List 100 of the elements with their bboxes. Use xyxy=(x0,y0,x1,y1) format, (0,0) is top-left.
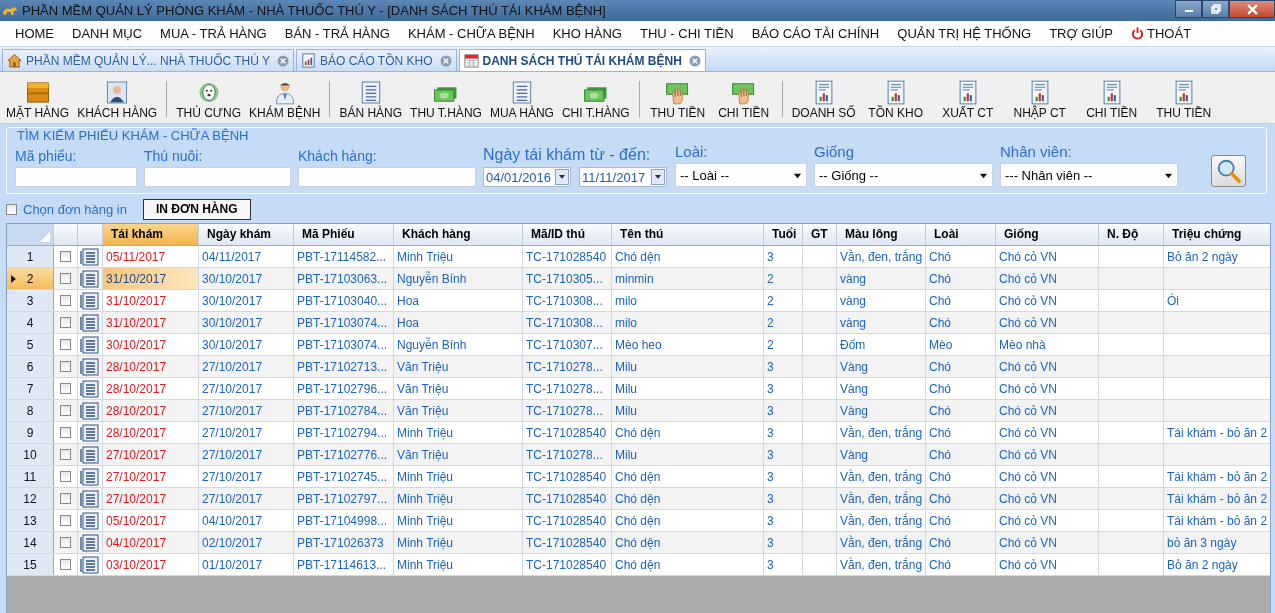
row-header[interactable]: 11 xyxy=(7,466,54,487)
document-icon[interactable] xyxy=(80,335,100,354)
dropdown[interactable]: --- Nhân viên -- xyxy=(1000,163,1178,187)
checkbox[interactable] xyxy=(6,203,17,215)
toolbar-button[interactable]: CHI TIỀN xyxy=(1075,80,1148,120)
menu-item[interactable]: BÁO CÁO TÀI CHÍNH xyxy=(742,26,889,41)
toolbar-button[interactable]: KHÁCH HÀNG xyxy=(73,80,162,120)
toolbar-button[interactable]: KHÁM BỆNH xyxy=(245,80,325,120)
table-row[interactable]: 12 27/10/2017 27/10/2017 PBT-17102797... Minh Triệu TC-171028540 Chó dện 3 Vằn, đen, trắng Chó Chó cỏ VN Tái khám - bỏ ăn 2 xyxy=(7,488,1270,510)
column-header[interactable]: Tuổi xyxy=(764,224,803,245)
document-icon[interactable] xyxy=(80,467,100,486)
menu-item[interactable]: BÁN - TRẢ HÀNG xyxy=(275,26,399,41)
document-icon[interactable] xyxy=(80,247,100,266)
row-header[interactable]: 5 xyxy=(7,334,54,355)
row-checkbox[interactable] xyxy=(60,427,71,438)
column-header[interactable]: Mã Phiếu xyxy=(294,224,394,245)
maximize-button[interactable] xyxy=(1202,0,1229,18)
menu-item[interactable]: THOÁT xyxy=(1122,26,1201,41)
document-icon[interactable] xyxy=(80,269,100,288)
print-button[interactable]: IN ĐƠN HÀNG xyxy=(142,198,251,220)
column-header[interactable]: N. Độ xyxy=(1099,224,1164,245)
column-header[interactable]: Tên thú xyxy=(612,224,764,245)
table-row[interactable]: 9 28/10/2017 27/10/2017 PBT-17102794... Minh Triệu TC-171028540 Chó dện 3 Vằn, đen, trắng Chó Chó cỏ VN Tái khám - bỏ ăn 2 xyxy=(7,422,1270,444)
row-header[interactable]: 2 xyxy=(7,268,54,289)
close-tab-icon[interactable] xyxy=(439,54,452,67)
dropdown[interactable]: -- Loài -- xyxy=(675,163,807,187)
document-icon[interactable] xyxy=(80,445,100,464)
column-header[interactable]: Giống xyxy=(996,224,1099,245)
text-field[interactable] xyxy=(144,167,291,187)
row-checkbox[interactable] xyxy=(60,295,71,306)
row-checkbox[interactable] xyxy=(60,339,71,350)
table-row[interactable]: 6 28/10/2017 27/10/2017 PBT-17102713... Văn Triệu TC-1710278... Milu 3 Vàng Chó Chó cỏ VN xyxy=(7,356,1270,378)
toolbar-button[interactable]: DOANH SỐ xyxy=(787,80,860,120)
row-header[interactable]: 4 xyxy=(7,312,54,333)
row-checkbox[interactable] xyxy=(60,251,71,262)
column-header[interactable]: Mã/ID thú xyxy=(523,224,612,245)
menu-item[interactable]: KHO HÀNG xyxy=(543,26,631,41)
row-header[interactable]: 13 xyxy=(7,510,54,531)
column-header[interactable]: GT xyxy=(803,224,837,245)
row-header[interactable]: 6 xyxy=(7,356,54,377)
document-icon[interactable] xyxy=(80,533,100,552)
row-header[interactable]: 10 xyxy=(7,444,54,465)
table-row[interactable]: 3 31/10/2017 30/10/2017 PBT-17103040... Hoa TC-1710308... milo 2 vàng Chó Chó cỏ VN Ói xyxy=(7,290,1270,312)
row-header[interactable]: 7 xyxy=(7,378,54,399)
search-button[interactable] xyxy=(1211,155,1246,187)
row-header[interactable]: 1 xyxy=(7,246,54,267)
table-row[interactable]: 5 30/10/2017 30/10/2017 PBT-17103074... Nguyễn Bính TC-1710307... Mèo heo 2 Đốm Mèo Mèo nhà xyxy=(7,334,1270,356)
row-checkbox[interactable] xyxy=(60,493,71,504)
row-checkbox[interactable] xyxy=(60,537,71,548)
toolbar-button[interactable]: THU TIỀN xyxy=(644,80,711,120)
close-tab-icon[interactable] xyxy=(688,54,701,67)
row-header[interactable]: 14 xyxy=(7,532,54,553)
row-checkbox[interactable] xyxy=(60,559,71,570)
table-row[interactable]: 8 28/10/2017 27/10/2017 PBT-17102784... Văn Triệu TC-1710278... Milu 3 Vàng Chó Chó cỏ VN xyxy=(7,400,1270,422)
column-header[interactable]: Triệu chứng xyxy=(1164,224,1270,245)
column-header[interactable]: Tái khám xyxy=(103,224,199,245)
row-checkbox[interactable] xyxy=(60,449,71,460)
table-row[interactable]: 1 05/11/2017 04/11/2017 PBT-17114582... Minh Triệu TC-171028540 Chó dện 3 Vằn, đen, trắng Chó Chó cỏ VN Bỏ ăn 2 ngày xyxy=(7,246,1270,268)
toolbar-button[interactable]: THU TIỀN xyxy=(1147,80,1220,120)
menu-item[interactable]: DANH MỤC xyxy=(63,26,152,41)
toolbar-button[interactable]: MUA HÀNG xyxy=(485,80,558,120)
document-tab[interactable]: DANH SÁCH THÚ TÁI KHÁM BỆNH xyxy=(458,49,706,71)
table-row[interactable]: 11 27/10/2017 27/10/2017 PBT-17102745... Minh Triệu TC-171028540 Chó dện 3 Vằn, đen, trắng Chó Chó cỏ VN Tái khám - bỏ ăn 2 xyxy=(7,466,1270,488)
row-checkbox[interactable] xyxy=(60,471,71,482)
column-header[interactable]: Khách hàng xyxy=(394,224,523,245)
table-row[interactable]: 4 31/10/2017 30/10/2017 PBT-17103074... Hoa TC-1710308... milo 2 vàng Chó Chó cỏ VN xyxy=(7,312,1270,334)
table-row[interactable]: 15 03/10/2017 01/10/2017 PBT-17114613... Minh Triệu TC-171028540 Chó dện 3 Vằn, đen, trắng Chó Chó cỏ VN Bỏ ăn 2 ngày xyxy=(7,554,1270,576)
row-header[interactable]: 9 xyxy=(7,422,54,443)
document-tab[interactable]: PHẦN MỀM QUẢN LÝ... NHÀ THUỐC THÚ Y xyxy=(2,49,295,71)
document-icon[interactable] xyxy=(80,489,100,508)
menu-item[interactable]: TRỢ GIÚP xyxy=(1040,26,1122,41)
document-icon[interactable] xyxy=(80,357,100,376)
toolbar-button[interactable]: THÚ CƯNG xyxy=(172,80,246,120)
menu-item[interactable]: KHÁM - CHỮA BỆNH xyxy=(398,26,544,41)
column-header[interactable]: Loài xyxy=(926,224,996,245)
row-header[interactable]: 15 xyxy=(7,554,54,575)
row-header[interactable]: 12 xyxy=(7,488,54,509)
minimize-button[interactable] xyxy=(1175,0,1202,18)
row-checkbox[interactable] xyxy=(60,273,71,284)
row-checkbox[interactable] xyxy=(60,383,71,394)
table-row[interactable]: 10 27/10/2017 27/10/2017 PBT-17102776... Văn Triệu TC-1710278... Milu 3 Vàng Chó Chó cỏ VN xyxy=(7,444,1270,466)
table-row[interactable]: 2 31/10/2017 30/10/2017 PBT-17103063... Nguyễn Bính TC-1710305... minmin 2 vàng Chó Chó cỏ VN xyxy=(7,268,1270,290)
toolbar-button[interactable]: BÁN HÀNG xyxy=(335,80,407,120)
close-tab-icon[interactable] xyxy=(277,54,290,67)
toolbar-button[interactable]: MẶT HÀNG xyxy=(2,80,74,120)
document-icon[interactable] xyxy=(80,291,100,310)
menu-item[interactable]: HOME xyxy=(6,26,63,41)
row-checkbox[interactable] xyxy=(60,317,71,328)
toolbar-button[interactable]: XUẤT CT xyxy=(931,80,1004,120)
date-picker[interactable]: 11/11/2017 xyxy=(579,167,667,187)
row-header[interactable]: 3 xyxy=(7,290,54,311)
table-row[interactable]: 7 28/10/2017 27/10/2017 PBT-17102796... Văn Triệu TC-1710278... Milu 3 Vàng Chó Chó cỏ VN xyxy=(7,378,1270,400)
document-tab[interactable]: BÁO CÁO TỒN KHO xyxy=(296,49,457,71)
date-picker[interactable]: 04/01/2016 xyxy=(483,167,571,187)
dropdown[interactable]: -- Giống -- xyxy=(814,163,993,187)
text-field[interactable] xyxy=(15,167,137,187)
document-icon[interactable] xyxy=(80,401,100,420)
document-icon[interactable] xyxy=(80,313,100,332)
close-button[interactable] xyxy=(1229,0,1275,18)
text-field[interactable] xyxy=(298,167,476,187)
